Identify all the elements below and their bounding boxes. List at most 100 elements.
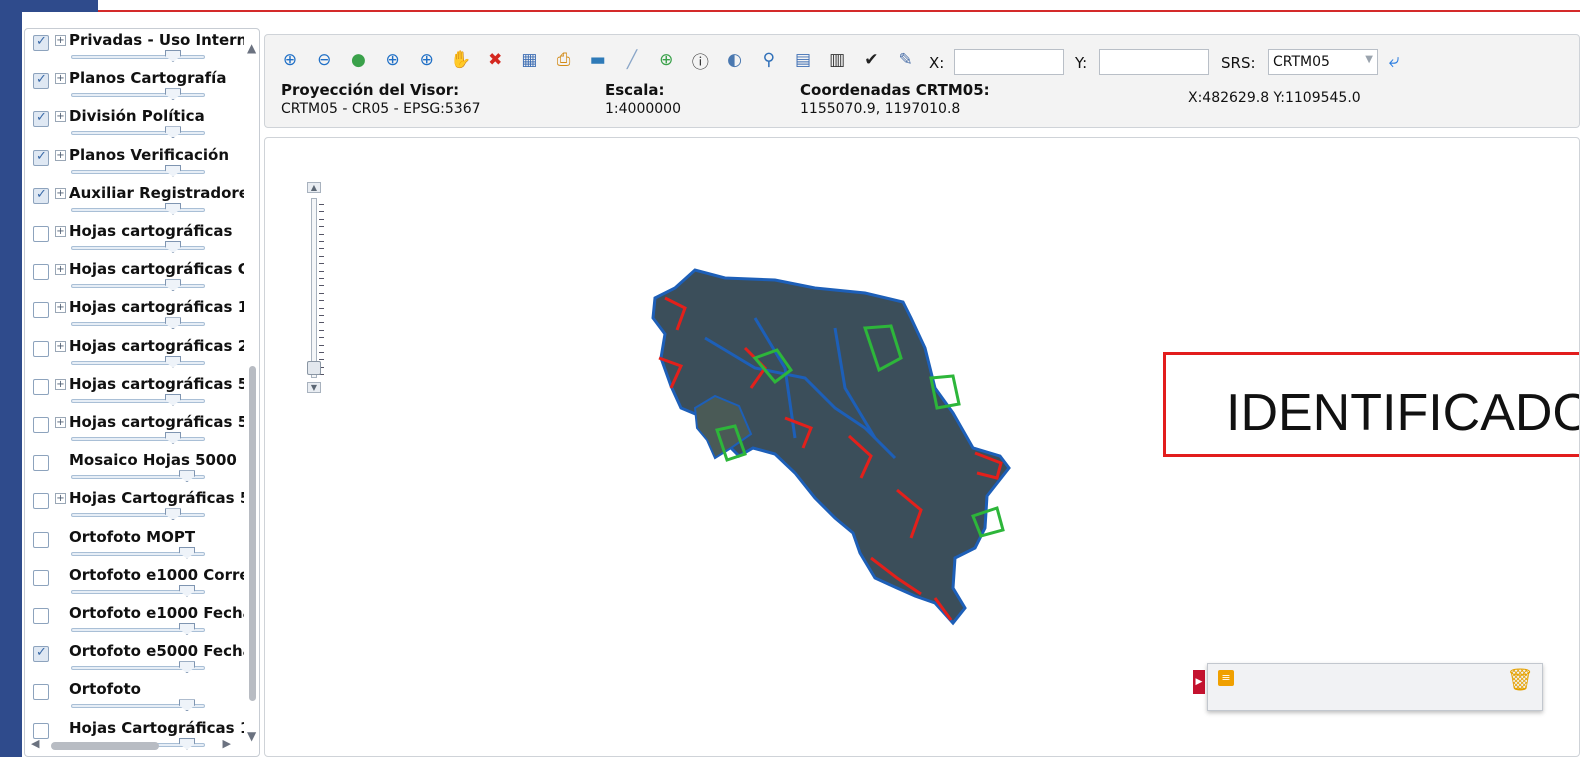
layer-visibility-checkbox[interactable] bbox=[33, 110, 49, 128]
layer-row[interactable]: Ortofoto MOPT bbox=[25, 528, 247, 566]
layer-row[interactable]: Mosaico Hojas 5000 bbox=[25, 451, 247, 489]
opacity-slider-thumb[interactable] bbox=[165, 279, 181, 292]
opacity-slider-track[interactable] bbox=[71, 398, 205, 403]
draw-line-icon[interactable]: ╱ bbox=[621, 49, 643, 71]
expand-plus-icon[interactable]: + bbox=[55, 417, 66, 428]
layer-row[interactable]: +Privadas - Uso Intern bbox=[25, 31, 247, 69]
expand-plus-icon[interactable]: + bbox=[55, 302, 66, 314]
visibility-icon[interactable]: ◐ bbox=[724, 49, 746, 71]
opacity-slider-thumb[interactable] bbox=[179, 546, 195, 559]
search-icon[interactable]: ⚲ bbox=[758, 49, 780, 71]
srs-select[interactable]: CRTM05 ▼ bbox=[1268, 49, 1378, 75]
layer-visibility-checkbox[interactable] bbox=[33, 264, 49, 281]
opacity-slider-track[interactable] bbox=[71, 246, 205, 250]
scroll-left-arrow-icon[interactable]: ◀ bbox=[31, 737, 39, 750]
layer-row[interactable]: Ortofoto e1000 Corre bbox=[25, 566, 247, 604]
edit-check-icon[interactable]: ✎ bbox=[895, 49, 917, 71]
export-icon[interactable]: ▥ bbox=[826, 49, 848, 71]
opacity-slider-thumb[interactable] bbox=[165, 508, 181, 521]
x-coordinate-input[interactable] bbox=[954, 49, 1064, 75]
zoom-previous-icon[interactable]: ⊕ bbox=[382, 49, 404, 71]
layers-grid-icon[interactable]: ▤ bbox=[792, 49, 814, 71]
opacity-slider-track[interactable] bbox=[71, 207, 205, 212]
opacity-slider-thumb[interactable] bbox=[179, 699, 195, 712]
opacity-slider-thumb[interactable] bbox=[165, 50, 181, 62]
zoom-track[interactable] bbox=[311, 198, 317, 378]
opacity-slider-thumb[interactable] bbox=[179, 661, 195, 674]
horizontal-scroll-thumb[interactable] bbox=[51, 742, 159, 750]
layer-row[interactable]: Ortofoto e5000 Fecha bbox=[25, 642, 247, 680]
layer-visibility-checkbox[interactable] bbox=[33, 569, 49, 586]
layer-visibility-checkbox[interactable] bbox=[33, 302, 49, 319]
opacity-slider-thumb[interactable] bbox=[165, 432, 181, 444]
opacity-slider-track[interactable] bbox=[71, 513, 205, 518]
expand-plus-icon[interactable]: + bbox=[55, 493, 66, 505]
legend-collapse-button[interactable]: ▶ bbox=[1193, 670, 1205, 694]
layer-visibility-checkbox[interactable] bbox=[33, 149, 49, 166]
opacity-slider-thumb[interactable] bbox=[165, 241, 181, 253]
expand-plus-icon[interactable]: + bbox=[55, 340, 66, 352]
zoom-slider[interactable]: ▲ ▼ bbox=[307, 182, 324, 394]
layer-visibility-checkbox[interactable] bbox=[33, 455, 49, 472]
layer-visibility-checkbox[interactable] bbox=[33, 608, 49, 624]
layer-visibility-checkbox[interactable] bbox=[33, 417, 49, 433]
expand-plus-icon[interactable]: + bbox=[55, 187, 66, 199]
layer-row[interactable]: Ortofoto e1000 Fecha bbox=[25, 604, 247, 642]
expand-plus-icon[interactable]: + bbox=[55, 73, 66, 85]
opacity-slider-track[interactable] bbox=[71, 131, 205, 136]
expand-plus-icon[interactable]: + bbox=[55, 149, 66, 161]
expand-plus-icon[interactable]: + bbox=[55, 111, 66, 123]
opacity-slider-thumb[interactable] bbox=[179, 470, 195, 483]
layer-row[interactable]: + Hojas cartográficas bbox=[25, 222, 247, 260]
opacity-slider-track[interactable] bbox=[71, 437, 205, 441]
opacity-slider-track[interactable] bbox=[71, 360, 205, 365]
layer-row[interactable]: +Planos Verificación bbox=[25, 146, 247, 184]
layer-row[interactable]: + Hojas cartográficas C bbox=[25, 260, 247, 298]
opacity-slider-track[interactable] bbox=[71, 169, 205, 174]
layer-row[interactable]: +Auxiliar Registradore bbox=[25, 184, 247, 222]
add-point-icon[interactable]: ⊕ bbox=[655, 49, 677, 71]
opacity-slider-track[interactable] bbox=[71, 93, 205, 98]
check-icon[interactable]: ✔ bbox=[860, 49, 882, 71]
list-icon[interactable]: ≡ bbox=[1218, 670, 1234, 686]
layer-visibility-checkbox[interactable] bbox=[33, 531, 49, 548]
layer-visibility-checkbox[interactable] bbox=[33, 645, 49, 663]
globe-extent-icon[interactable]: ● bbox=[347, 49, 369, 71]
layer-row[interactable]: +Planos Cartografía bbox=[25, 69, 247, 107]
opacity-slider-thumb[interactable] bbox=[165, 202, 181, 215]
layer-row[interactable]: Ortofoto bbox=[25, 680, 247, 718]
layer-row[interactable]: + Hojas cartográficas 5 bbox=[25, 375, 247, 413]
measure-icon[interactable]: ▬ bbox=[587, 49, 609, 71]
layer-panel-horizontal-scrollbar[interactable]: ◀ ▶ bbox=[31, 737, 231, 750]
layer-row[interactable]: + Hojas cartográficas 2 bbox=[25, 337, 247, 375]
layer-row[interactable]: + Hojas Cartográficas 5 bbox=[25, 489, 247, 527]
scroll-right-arrow-icon[interactable]: ▶ bbox=[223, 737, 231, 750]
opacity-slider-thumb[interactable] bbox=[165, 317, 181, 330]
layer-visibility-checkbox[interactable] bbox=[33, 187, 49, 204]
expand-plus-icon[interactable]: + bbox=[55, 378, 66, 390]
layer-visibility-checkbox[interactable] bbox=[33, 493, 49, 510]
select-box-icon[interactable]: ▦ bbox=[518, 49, 540, 71]
scroll-up-arrow-icon[interactable]: ▲ bbox=[247, 41, 256, 55]
layer-row[interactable]: + Hojas cartográficas 1 bbox=[25, 298, 247, 336]
expand-plus-icon[interactable]: + bbox=[55, 226, 66, 237]
opacity-slider-thumb[interactable] bbox=[165, 164, 181, 177]
opacity-slider-track[interactable] bbox=[71, 322, 205, 327]
expand-plus-icon[interactable]: + bbox=[55, 264, 66, 276]
opacity-slider-thumb[interactable] bbox=[165, 88, 181, 101]
print-icon[interactable]: ⎙ bbox=[553, 49, 575, 71]
zoom-up-button[interactable]: ▲ bbox=[307, 182, 321, 193]
layer-row[interactable]: + Hojas cartográficas 5 bbox=[25, 413, 247, 451]
scroll-thumb[interactable] bbox=[249, 366, 256, 701]
layer-visibility-checkbox[interactable] bbox=[33, 378, 49, 395]
opacity-slider-track[interactable] bbox=[71, 284, 205, 289]
zoom-down-button[interactable]: ▼ bbox=[307, 382, 321, 393]
layer-visibility-checkbox[interactable] bbox=[33, 684, 49, 701]
pan-hand-icon[interactable]: ✋ bbox=[450, 49, 472, 71]
scroll-down-arrow-icon[interactable]: ▼ bbox=[247, 729, 256, 743]
opacity-slider-thumb[interactable] bbox=[165, 393, 181, 406]
layer-row[interactable]: Hojas Cartográficas 1 bbox=[25, 719, 247, 756]
zoom-in-icon[interactable]: ⊕ bbox=[279, 49, 301, 71]
zoom-handle[interactable] bbox=[307, 361, 321, 376]
opacity-slider-thumb[interactable] bbox=[179, 584, 195, 597]
